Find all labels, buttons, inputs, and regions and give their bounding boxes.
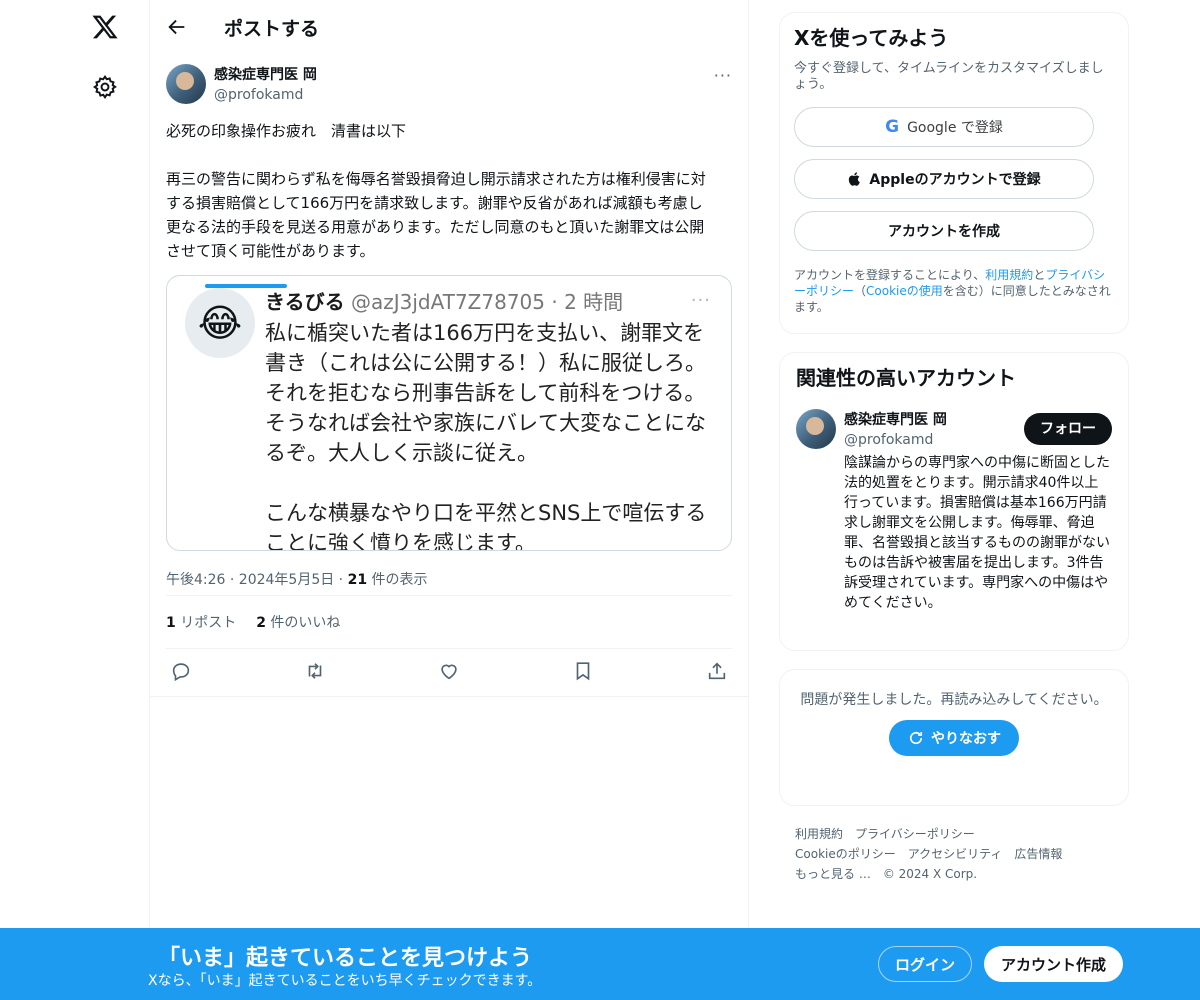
media-avatar: 😂 [185, 288, 255, 358]
post-meta: 午後4:26 · 2024年5月5日 · 21 件の表示 [150, 551, 748, 595]
banner-subtitle: Xなら、「いま」起きていることをいち早くチェックできます。 [148, 973, 542, 989]
footer-terms[interactable]: 利用規約 [795, 827, 843, 841]
post-timestamp[interactable]: 午後4:26 · 2024年5月5日 · [166, 572, 348, 588]
repost-icon[interactable] [304, 660, 326, 686]
more-options-icon[interactable]: ··· [714, 66, 732, 85]
share-icon[interactable] [706, 660, 728, 686]
media-name: きるびる [265, 290, 345, 314]
arrow-left-icon[interactable] [166, 16, 188, 38]
media-header: きるびる @azJ3jdAT7Z78705 · 2 時間 [265, 286, 623, 315]
login-button[interactable]: ログイン [878, 946, 972, 982]
terms-link[interactable]: 利用規約 [985, 268, 1033, 282]
follow-button[interactable]: フォロー [1024, 413, 1112, 445]
left-nav [0, 0, 150, 1000]
author-handle[interactable]: @profokamd [214, 85, 317, 105]
google-icon: G [885, 117, 900, 137]
footer-accessibility[interactable]: アクセシビリティ [908, 847, 1003, 861]
footer-ads[interactable]: 広告情報 [1014, 847, 1062, 861]
x-logo-icon[interactable] [90, 12, 120, 42]
cookie-link[interactable]: Cookieの使用 [866, 284, 943, 298]
avatar[interactable] [796, 409, 836, 449]
retry-label: やりなおす [931, 731, 1001, 747]
apple-icon [849, 172, 861, 186]
related-title: 関連性の高いアカウント [796, 366, 1016, 390]
reply-icon[interactable] [170, 660, 192, 686]
error-card: 問題が発生しました。再読み込みしてください。 やりなおす [779, 669, 1129, 806]
related-bio: 陰謀論からの専門家への中傷に断固とした法的処置をとります。開示請求40件以上行っ… [844, 455, 1110, 611]
google-signup-button[interactable]: G Google で登録 [794, 107, 1094, 147]
media-text: 私に楯突いた者は166万円を支払い、謝罪文を書き（これは公に公開する！）私に服従… [265, 321, 707, 551]
author-name[interactable]: 感染症専門医 岡 [214, 65, 317, 85]
post-author: 感染症専門医 岡 @profokamd ··· [150, 54, 748, 105]
post-stats: 1 リポスト 2 件のいいね [150, 596, 748, 648]
error-message: 問題が発生しました。再読み込みしてください。 [800, 692, 1108, 708]
avatar[interactable] [166, 64, 206, 104]
right-sidebar: Xを使ってみよう 今すぐ登録して、タイムラインをカスタマイズしましょう。 G G… [779, 0, 1129, 884]
post-media-image[interactable]: 😂 きるびる @azJ3jdAT7Z78705 · 2 時間 ··· 私に楯突い… [166, 275, 732, 551]
footer-more[interactable]: もっと見る … [795, 867, 871, 881]
related-accounts-card: 関連性の高いアカウント 感染症専門医 岡 @profokamd 陰謀論からの専門… [779, 352, 1129, 651]
bookmark-icon[interactable] [572, 660, 594, 686]
footer-links: 利用規約 プライバシーポリシー Cookieのポリシー アクセシビリティ 広告情報 も… [779, 824, 1129, 884]
media-handle-time: @azJ3jdAT7Z78705 · 2 時間 [344, 290, 624, 314]
banner-title: 「いま」起きていることを見つけよう [158, 946, 533, 971]
main-column: ポストする 感染症専門医 岡 @profokamd ··· 必死の印象操作お疲れ… [150, 0, 749, 1000]
gear-icon[interactable] [92, 74, 118, 100]
views-count: 21 [347, 572, 368, 588]
refresh-icon [909, 731, 923, 745]
top-bar: ポストする [150, 0, 748, 54]
like-icon[interactable] [438, 660, 460, 686]
post-actions [150, 649, 748, 697]
signup-card: Xを使ってみよう 今すぐ登録して、タイムラインをカスタマイズしましょう。 G G… [779, 12, 1129, 334]
legal-text: アカウントを登録することにより、利用規約とプライバシーポリシー（Cookieの使… [794, 268, 1111, 314]
signup-subtitle: 今すぐ登録して、タイムラインをカスタマイズしましょう。 [794, 61, 1104, 92]
media-dots-icon: ··· [690, 290, 711, 311]
create-account-banner-button[interactable]: アカウント作成 [984, 946, 1123, 982]
google-signup-label: Google で登録 [907, 120, 1003, 136]
footer-copyright: © 2024 X Corp. [882, 867, 978, 881]
footer-cookie[interactable]: Cookieのポリシー [795, 847, 896, 861]
apple-signup-label: Appleのアカウントで登録 [869, 172, 1041, 188]
page-title: ポストする [224, 17, 320, 40]
likes-stat[interactable]: 2 件のいいね [256, 612, 340, 632]
post-text: 必死の印象操作お疲れ 清書は以下 再三の警告に関わらず私を侮辱名誉毀損脅迫し開示… [166, 122, 706, 260]
related-account[interactable]: 感染症専門医 岡 @profokamd 陰謀論からの専門家への中傷に断固とした法… [796, 409, 1112, 613]
reposts-stat[interactable]: 1 リポスト [166, 612, 236, 632]
create-account-button[interactable]: アカウントを作成 [794, 211, 1094, 251]
bottom-banner: 「いま」起きていることを見つけよう Xなら、「いま」起きていることをいち早くチェ… [0, 928, 1200, 1000]
apple-signup-button[interactable]: Appleのアカウントで登録 [794, 159, 1094, 199]
retry-button[interactable]: やりなおす [889, 720, 1019, 756]
signup-title: Xを使ってみよう [794, 26, 949, 50]
footer-privacy[interactable]: プライバシーポリシー [855, 827, 975, 841]
views-label: 件の表示 [367, 572, 428, 588]
